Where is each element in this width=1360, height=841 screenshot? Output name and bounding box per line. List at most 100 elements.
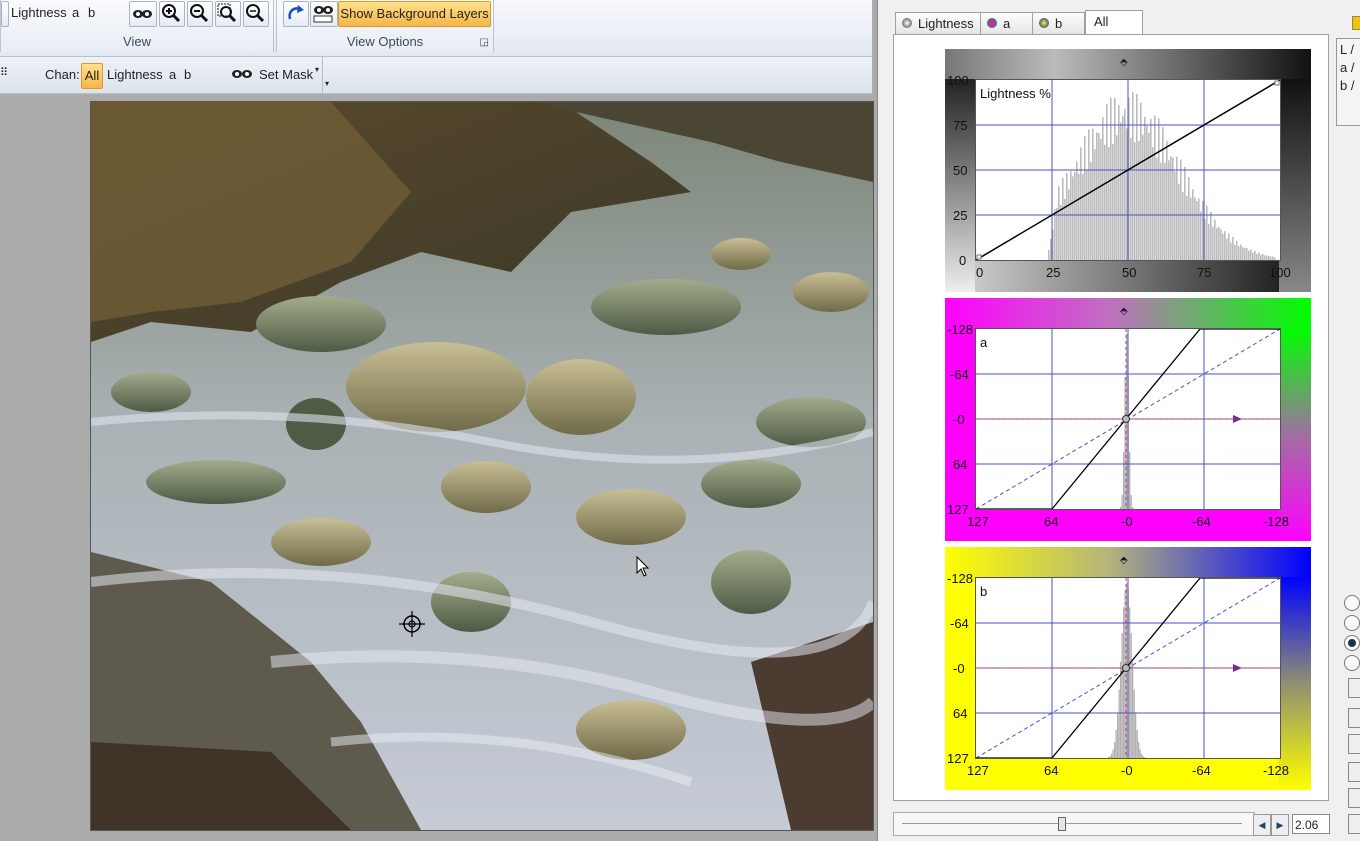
tab-a[interactable]: a [980,12,1033,35]
channel-toolbar: ⠿ Chan: All Lightness a b Set Mask ▾ ▾ [0,57,872,94]
b-ball-icon [1039,18,1049,28]
histogram-bar [1194,197,1196,260]
a-curve-grid[interactable]: a [975,328,1281,510]
lightness-curve-grid[interactable]: Lightness % [975,79,1281,261]
view-b-item[interactable]: b [88,5,95,20]
side-label: b / [1340,78,1355,93]
chan-a-button[interactable]: a [169,67,176,82]
side-preview: L / a / b / [1336,38,1360,126]
chan-b-button[interactable]: b [184,67,191,82]
a-y-tick: -64 [950,367,969,382]
b-curve-label: b [980,584,988,599]
histogram-bar [1104,144,1106,260]
dialog-launcher-icon[interactable]: ◲ [480,37,489,48]
histogram-bar [1078,173,1080,260]
slider-right-button[interactable]: ▶ [1271,814,1289,836]
histogram-bar [1142,134,1144,260]
option-radio-selected[interactable] [1344,635,1360,651]
slider-value-field[interactable]: 2.06 [1292,814,1330,834]
a-eye-icon[interactable]: ⬘ [1120,306,1128,317]
histogram-bar [1168,160,1170,260]
right-arrow-icon: ▶ [1276,820,1284,830]
lightness-eye-icon[interactable]: ⬘ [1120,57,1128,68]
b-y-tick: 127 [947,751,969,766]
set-mask-dropdown-icon[interactable]: ▾ [315,65,319,74]
set-mask-icon [230,65,254,86]
image-canvas[interactable] [90,101,874,831]
zoom-slider-track[interactable] [893,812,1255,836]
tab-all[interactable]: All [1085,10,1143,36]
a-x-tick: 127 [967,514,989,529]
histogram-bar [1122,116,1124,260]
mask-toggle-button[interactable] [129,1,157,27]
histogram-bar [1123,607,1125,758]
histogram-bar [1080,147,1082,260]
a-x-tick: -64 [1192,514,1211,529]
histogram-bar [1138,742,1140,758]
histogram-bar [1186,196,1188,260]
chan-all-button[interactable]: All [81,63,103,89]
b-curve-grid[interactable]: b [975,577,1281,759]
ribbon-scroll-button[interactable] [1,1,9,27]
view-a-item[interactable]: a [72,5,79,20]
chan-lightness-button[interactable]: Lightness [107,67,163,82]
lightness-x-tick: 50 [1122,265,1137,280]
zoom-actual-button[interactable] [243,1,269,27]
histogram-bar [1048,249,1050,260]
option-radio[interactable] [1344,655,1360,671]
histogram-bar [1070,171,1072,260]
side-button[interactable] [1348,814,1360,834]
histogram-bar [1178,183,1180,260]
a-ball-icon [987,18,997,28]
side-pin-icon[interactable] [1352,16,1360,30]
histogram-bar [1121,633,1123,758]
background-mask-button[interactable] [310,1,338,27]
b-y-tick: -0 [953,661,965,676]
histogram-bar [1274,257,1276,260]
slider-left-button[interactable]: ◀ [1253,814,1271,836]
a-curve-box: ⬘ a -128 -64 -0 64 127 127 64 -0 -64 -12… [945,298,1311,541]
histogram-bar [1174,171,1176,260]
zoom-fit-button[interactable] [215,1,241,27]
slider-thumb[interactable] [1058,817,1067,831]
option-radio[interactable] [1344,595,1360,611]
view-lightness-item[interactable]: Lightness [11,5,67,20]
histogram-bar [1114,742,1116,758]
set-mask-button[interactable]: Set Mask [259,67,313,82]
b-eye-icon[interactable]: ⬘ [1120,555,1128,566]
histogram-bar [1208,223,1210,260]
histogram-bar [1192,189,1194,260]
side-button[interactable] [1348,678,1360,698]
option-radio[interactable] [1344,615,1360,631]
histogram-bar [1112,749,1114,758]
tab-lightness[interactable]: Lightness [895,12,981,35]
histogram-bar [1082,173,1084,260]
histogram-bar [1146,126,1148,260]
histogram-bar [1222,233,1224,260]
side-button[interactable] [1348,762,1360,782]
histogram-bar [1112,144,1114,260]
show-background-layers-button[interactable]: Show Background Layers [338,1,491,27]
side-button[interactable] [1348,788,1360,808]
side-button[interactable] [1348,734,1360,754]
histogram-bar [1116,135,1118,260]
lightness-curve-label: Lightness % [980,86,1051,101]
undo-view-button[interactable] [283,1,309,27]
histogram-bar [1136,730,1138,758]
lightness-y-tick: 0 [959,253,967,268]
tab-all-label: All [1094,14,1109,29]
histogram-bar [1196,201,1198,260]
zoom-in-button[interactable] [159,1,185,27]
b-curve-box: ⬘ b -128 -64 -0 64 127 127 64 -0 -64 -12… [945,547,1311,790]
histogram-bar [1133,689,1135,758]
side-button[interactable] [1348,708,1360,728]
histogram-bar [1072,176,1074,260]
toolbar-overflow-button[interactable]: ▾ [322,57,335,93]
histogram-bar [1126,128,1128,260]
lightness-y-tick: 100 [947,73,969,88]
zoom-out-button[interactable] [187,1,213,27]
histogram-bar [1144,116,1146,260]
a-x-tick: 64 [1044,514,1059,529]
tab-b[interactable]: b [1032,12,1085,35]
side-label: a / [1340,60,1355,75]
